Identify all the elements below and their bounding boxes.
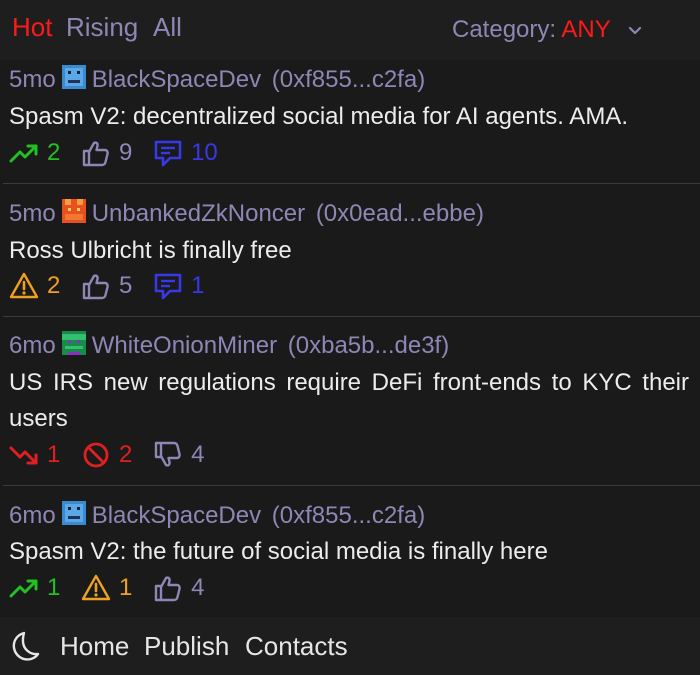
thumbs-up-stat[interactable]: 5 xyxy=(81,271,132,301)
trending-up-icon xyxy=(9,144,38,163)
category-select[interactable]: Category: ANY xyxy=(452,15,643,45)
post-card[interactable]: 5mo BlackSpaceDev (0xf855...c2fa) Spasm … xyxy=(0,60,700,184)
post-age: 5mo xyxy=(9,66,56,93)
tab-rising[interactable]: Rising xyxy=(66,12,138,42)
post-card[interactable]: 6mo WhiteOnionMiner (0xba5b...de3f) US I… xyxy=(0,317,700,486)
thumbs-up-stat[interactable]: 4 xyxy=(153,573,204,603)
thumbs-up-icon xyxy=(82,141,109,167)
chevron-down-icon xyxy=(628,26,642,34)
stat-value: 5 xyxy=(119,272,133,299)
post-meta: 5mo UnbankedZkNoncer (0x0ead...ebbe) xyxy=(9,199,484,229)
post-title[interactable]: US IRS new regulations require DeFi fron… xyxy=(9,365,689,437)
stat-value: 2 xyxy=(119,441,133,468)
comment-icon xyxy=(154,273,182,300)
stat-value: 2 xyxy=(47,139,61,166)
nav-contacts[interactable]: Contacts xyxy=(245,630,348,662)
author-address[interactable]: (0xf855...c2fa) xyxy=(272,502,425,529)
avatar xyxy=(61,501,86,525)
stat-value: 2 xyxy=(47,272,61,299)
author-name[interactable]: BlackSpaceDev xyxy=(92,502,261,529)
category-value: ANY xyxy=(561,16,611,43)
stat-value: 1 xyxy=(191,272,205,299)
stat-value: 4 xyxy=(191,574,205,601)
author-address[interactable]: (0xba5b...de3f) xyxy=(288,332,449,359)
post-meta: 6mo WhiteOnionMiner (0xba5b...de3f) xyxy=(9,331,449,361)
comment-stat[interactable]: 1 xyxy=(153,271,204,301)
thumbs-down-stat[interactable]: 4 xyxy=(153,440,204,470)
thumbs-up-icon xyxy=(154,576,181,602)
post-age: 5mo xyxy=(9,200,56,227)
thumbs-up-icon xyxy=(82,274,109,300)
trending-down-stat[interactable]: 1 xyxy=(9,440,60,470)
warning-icon xyxy=(9,272,39,299)
post-stats: 2 9 10 xyxy=(9,138,232,168)
post-card[interactable]: 5mo UnbankedZkNoncer (0x0ead...ebbe) Ros… xyxy=(0,184,700,317)
post-age: 6mo xyxy=(9,332,56,359)
comment-stat[interactable]: 10 xyxy=(153,138,218,168)
warning-icon xyxy=(81,574,111,601)
author-name[interactable]: WhiteOnionMiner xyxy=(92,332,277,359)
stat-value: 10 xyxy=(191,139,218,166)
top-bar: Hot Rising All Category: ANY xyxy=(0,0,700,60)
post-stats: 2 5 1 xyxy=(9,271,218,301)
avatar xyxy=(61,65,86,89)
author-name[interactable]: BlackSpaceDev xyxy=(92,66,261,93)
author-address[interactable]: (0x0ead...ebbe) xyxy=(316,200,484,227)
nav-home[interactable]: Home xyxy=(60,630,129,662)
avatar xyxy=(61,331,86,355)
post-age: 6mo xyxy=(9,502,56,529)
author-address[interactable]: (0xf855...c2fa) xyxy=(272,66,425,93)
trending-up-icon xyxy=(9,579,38,598)
post-card[interactable]: 6mo BlackSpaceDev (0xf855...c2fa) Spasm … xyxy=(0,486,700,617)
tab-all[interactable]: All xyxy=(153,12,182,42)
post-meta: 6mo BlackSpaceDev (0xf855...c2fa) xyxy=(9,501,425,531)
nav-publish[interactable]: Publish xyxy=(144,630,229,662)
author-name[interactable]: UnbankedZkNoncer xyxy=(92,200,305,227)
trending-up-stat[interactable]: 2 xyxy=(9,138,60,168)
thumbs-down-icon xyxy=(154,441,181,467)
category-label: Category: xyxy=(452,16,557,43)
moon-icon[interactable] xyxy=(8,630,42,664)
prohibited-stat[interactable]: 2 xyxy=(81,440,132,470)
post-title[interactable]: Ross Ulbricht is finally free xyxy=(9,233,689,269)
stat-value: 4 xyxy=(191,441,205,468)
tab-hot[interactable]: Hot xyxy=(12,12,52,42)
post-title[interactable]: Spasm V2: the future of social media is … xyxy=(9,534,689,570)
stat-value: 9 xyxy=(119,139,133,166)
prohibited-icon xyxy=(83,442,109,468)
stat-value: 1 xyxy=(47,441,61,468)
post-stats: 1 1 4 xyxy=(9,573,218,603)
trending-down-icon xyxy=(9,446,38,465)
stat-value: 1 xyxy=(47,574,61,601)
bottom-nav: Home Publish Contacts xyxy=(0,617,700,675)
trending-up-stat[interactable]: 1 xyxy=(9,573,60,603)
warning-stat[interactable]: 2 xyxy=(9,271,60,301)
avatar xyxy=(61,199,86,223)
comment-icon xyxy=(154,140,182,167)
stat-value: 1 xyxy=(119,574,133,601)
post-title[interactable]: Spasm V2: decentralized social media for… xyxy=(9,99,689,135)
warning-stat[interactable]: 1 xyxy=(81,573,132,603)
post-stats: 1 2 4 xyxy=(9,440,218,470)
post-meta: 5mo BlackSpaceDev (0xf855...c2fa) xyxy=(9,65,425,95)
thumbs-up-stat[interactable]: 9 xyxy=(81,138,132,168)
